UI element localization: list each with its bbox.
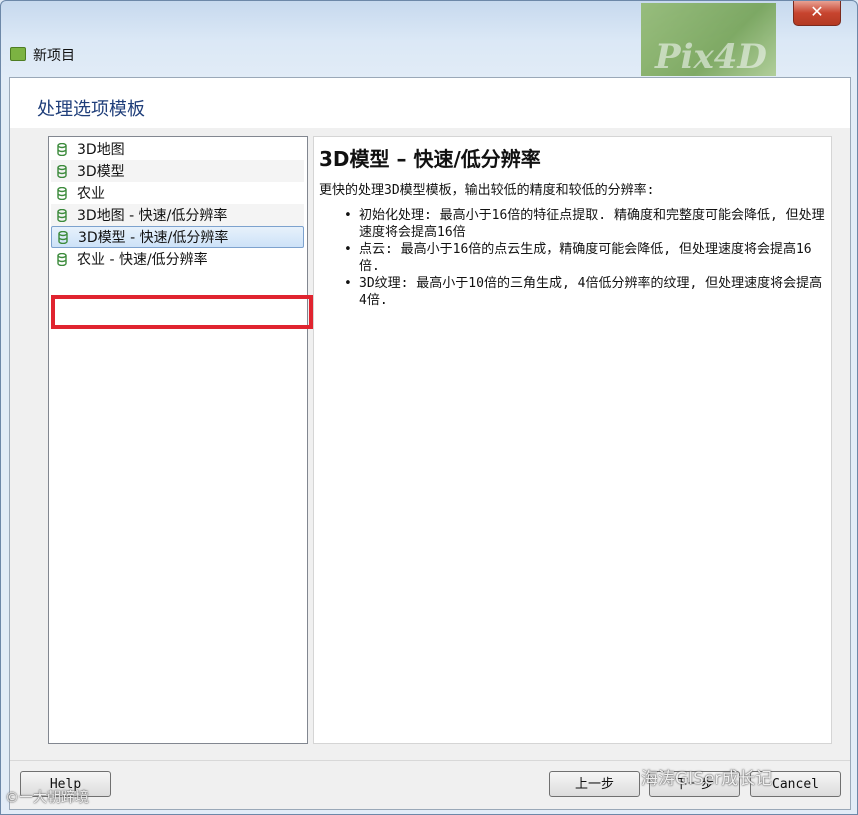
database-icon bbox=[57, 252, 67, 266]
template-item-label: 3D地图 - 快速/低分辨率 bbox=[77, 208, 228, 224]
database-icon bbox=[57, 164, 67, 178]
template-item-label: 3D模型 bbox=[77, 164, 125, 180]
database-icon bbox=[58, 230, 68, 244]
template-list[interactable]: 3D地图 3D模型 农业 3D地图 - 快速/低分辨率 3D模型 - 快速/低分… bbox=[48, 136, 308, 744]
detail-description: 更快的处理3D模型模板，输出较低的精度和较低的分辨率: bbox=[319, 183, 655, 198]
template-item-label: 3D模型 - 快速/低分辨率 bbox=[78, 230, 229, 246]
close-button[interactable]: ✕ bbox=[793, 1, 841, 26]
window-title: 新项目 bbox=[33, 48, 75, 64]
template-item-3d-map-rapid[interactable]: 3D地图 - 快速/低分辨率 bbox=[51, 204, 304, 226]
template-item-3d-model[interactable]: 3D模型 bbox=[51, 160, 304, 182]
page-header: 处理选项模板 bbox=[10, 78, 850, 128]
page-title: 处理选项模板 bbox=[37, 99, 145, 120]
watermark-left: ©一大朝蹄境 bbox=[5, 790, 89, 806]
brand-logo-text: Pix4D bbox=[655, 37, 767, 76]
dialog-window: 新项目 Pix4D ✕ 处理选项模板 3D地图 3D模型 农业 3D地图 - 快… bbox=[0, 0, 858, 815]
app-icon bbox=[10, 47, 26, 61]
detail-title: 3D模型 – 快速/低分辨率 bbox=[319, 147, 541, 171]
detail-bullet: 点云: 最高小于16倍的点云生成，精确度可能会降低, 但处理速度将会提高16倍. bbox=[344, 241, 829, 275]
database-icon bbox=[57, 142, 67, 156]
detail-bullet: 初始化处理: 最高小于16倍的特征点提取. 精确度和完整度可能会降低, 但处理速… bbox=[344, 207, 829, 241]
footer-divider bbox=[10, 760, 850, 761]
template-item-3d-map[interactable]: 3D地图 bbox=[51, 138, 304, 160]
template-item-ag-rapid[interactable]: 农业 - 快速/低分辨率 bbox=[51, 248, 304, 270]
template-item-label: 农业 - 快速/低分辨率 bbox=[77, 252, 208, 268]
detail-bullet-list: 初始化处理: 最高小于16倍的特征点提取. 精确度和完整度可能会降低, 但处理速… bbox=[344, 207, 829, 309]
selection-highlight-box bbox=[51, 295, 313, 329]
detail-bullet: 3D纹理: 最高小于10倍的三角生成, 4倍低分辨率的纹理, 但处理速度将会提高… bbox=[344, 275, 829, 309]
database-icon bbox=[57, 208, 67, 222]
previous-button[interactable]: 上一步 bbox=[549, 771, 640, 797]
database-icon bbox=[57, 186, 67, 200]
brand-logo: Pix4D bbox=[641, 3, 776, 76]
template-item-ag[interactable]: 农业 bbox=[51, 182, 304, 204]
template-item-3d-model-rapid[interactable]: 3D模型 - 快速/低分辨率 bbox=[51, 226, 304, 248]
template-item-label: 3D地图 bbox=[77, 142, 125, 158]
template-detail-panel: 3D模型 – 快速/低分辨率 更快的处理3D模型模板，输出较低的精度和较低的分辨… bbox=[313, 136, 832, 744]
watermark-right: 海涛GISer成长记 bbox=[641, 769, 773, 789]
template-item-label: 农业 bbox=[77, 186, 105, 202]
dialog-client: 处理选项模板 3D地图 3D模型 农业 3D地图 - 快速/低分辨率 3D模型 … bbox=[9, 77, 851, 810]
